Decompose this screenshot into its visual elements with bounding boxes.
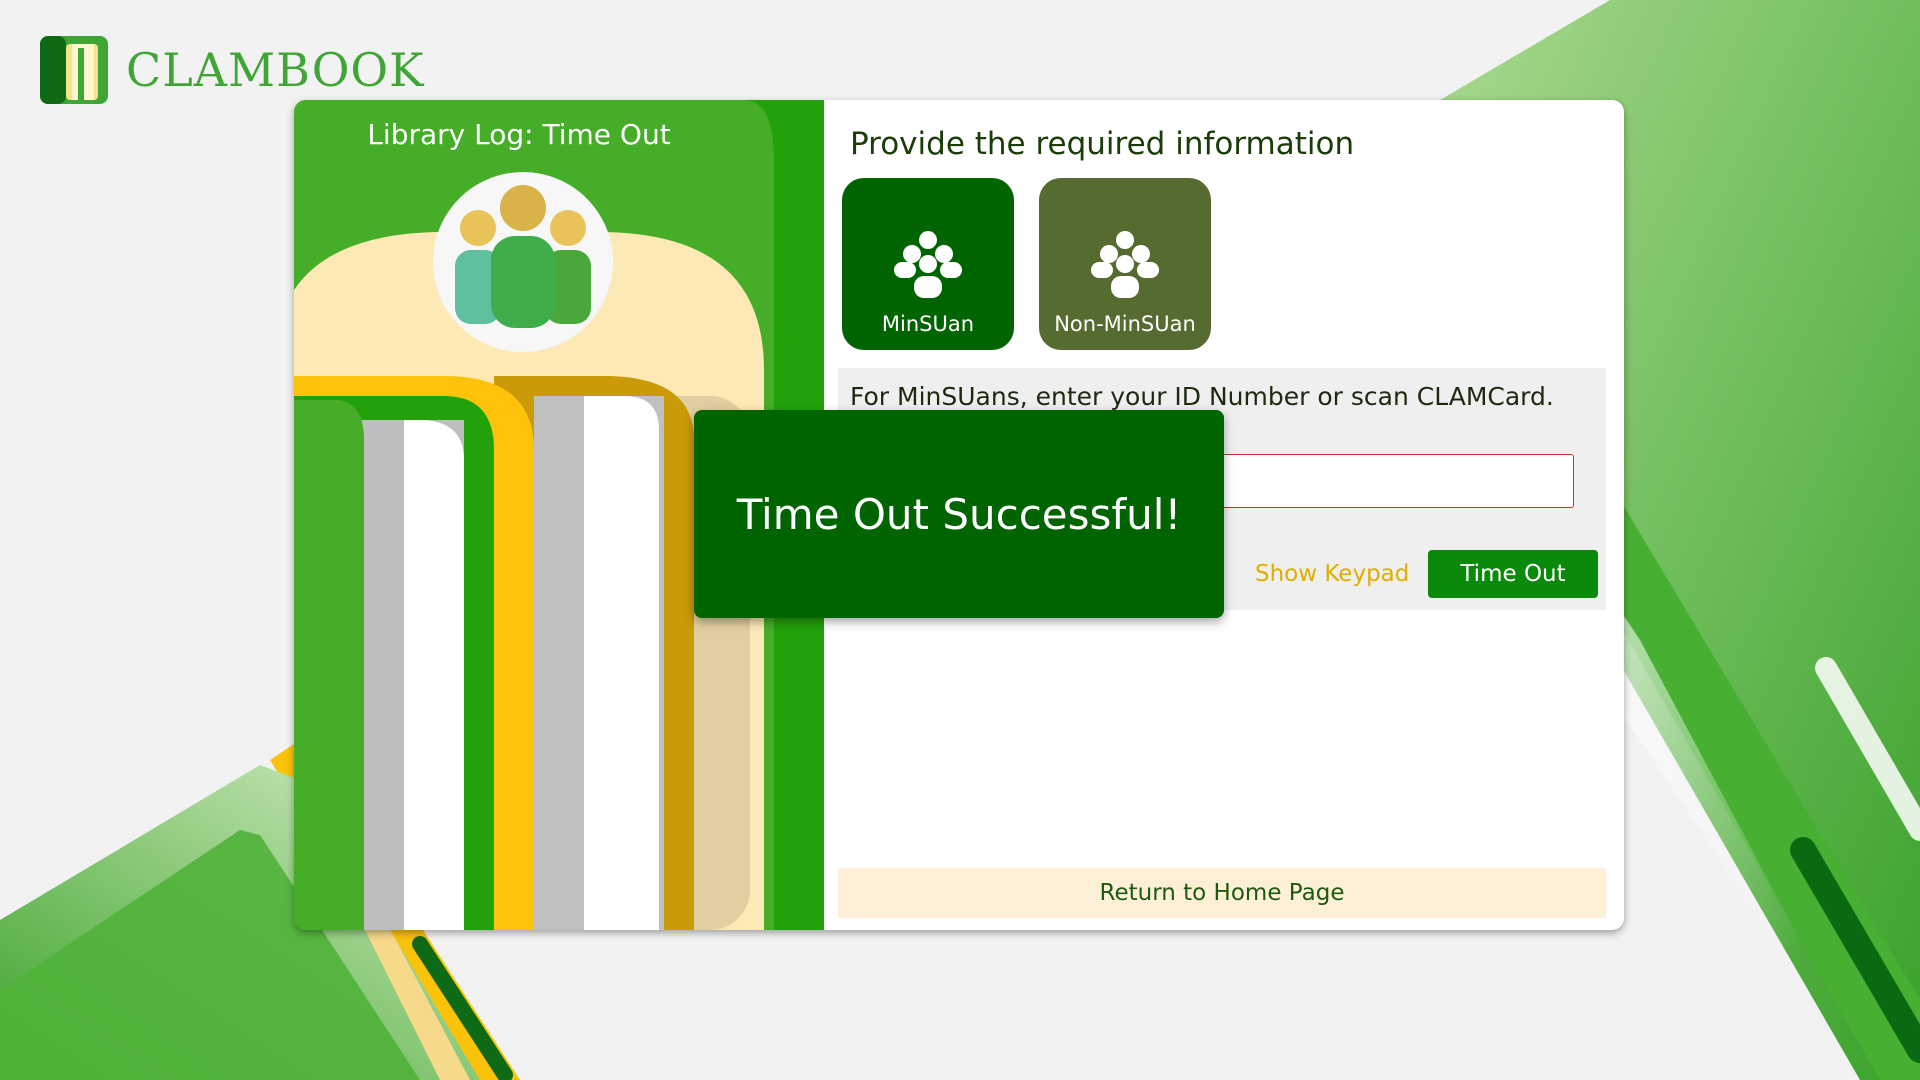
form-instruction: For MinSUans, enter your ID Number or sc… bbox=[850, 382, 1554, 411]
book-logo-icon bbox=[40, 36, 108, 104]
toast-message: Time Out Successful! bbox=[736, 489, 1182, 539]
group-icon bbox=[894, 231, 962, 298]
form-heading: Provide the required information bbox=[850, 126, 1355, 162]
minsuan-label: MinSUan bbox=[881, 312, 975, 336]
brand-name: CLAMBOOK bbox=[126, 43, 425, 97]
time-out-button[interactable]: Time Out bbox=[1428, 550, 1598, 598]
group-icon bbox=[1091, 231, 1159, 298]
page-title: Library Log: Time Out bbox=[367, 118, 671, 151]
brand[interactable]: CLAMBOOK bbox=[38, 34, 425, 106]
show-keypad-link[interactable]: Show Keypad bbox=[1255, 561, 1409, 587]
app-screen: CLAMBOOK Library Log: Time Out Provide t… bbox=[0, 0, 1920, 1080]
non-minsuan-label: Non-MinSUan bbox=[1054, 312, 1196, 336]
minsuan-button[interactable]: MinSUan bbox=[842, 178, 1014, 350]
return-home-button[interactable]: Return to Home Page bbox=[838, 868, 1606, 918]
non-minsuan-button[interactable]: Non-MinSUan bbox=[1039, 178, 1211, 350]
success-toast: Time Out Successful! bbox=[694, 410, 1224, 618]
